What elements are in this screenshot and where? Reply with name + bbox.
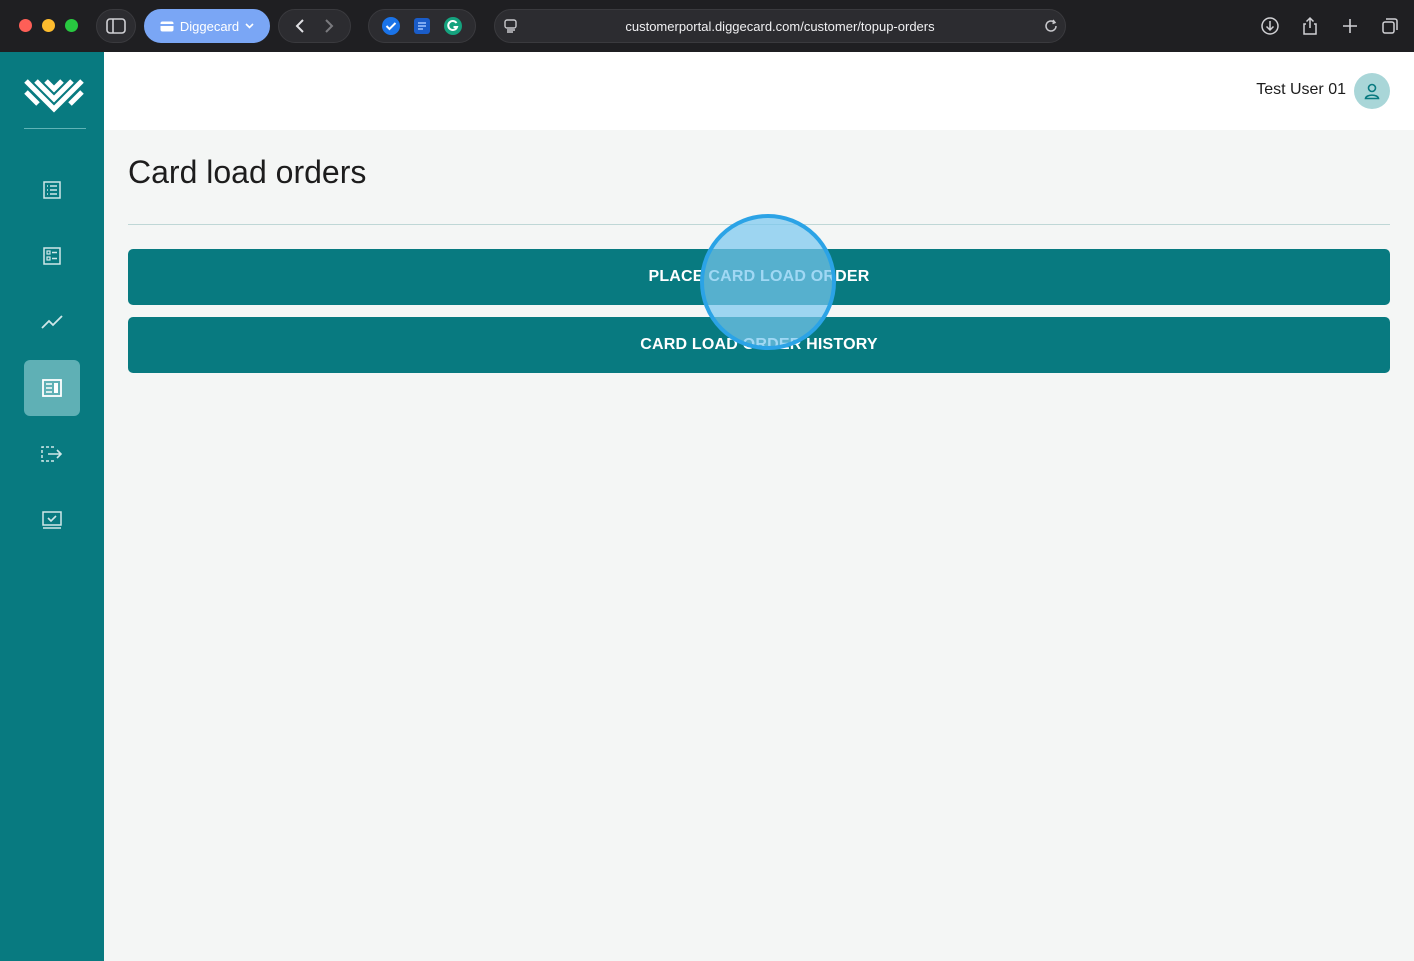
navigation-buttons xyxy=(278,9,351,43)
checklist-icon xyxy=(43,247,61,265)
sidebar-item-list[interactable] xyxy=(24,162,80,218)
sidebar-item-analytics[interactable] xyxy=(24,294,80,350)
address-bar[interactable]: customerportal.diggecard.com/customer/to… xyxy=(494,9,1066,43)
place-card-load-order-button[interactable]: PLACE CARD LOAD ORDER xyxy=(128,249,1390,305)
zoom-window-button[interactable] xyxy=(65,19,78,32)
transfer-icon xyxy=(41,446,63,462)
notes-extension-icon[interactable] xyxy=(412,16,432,36)
close-window-button[interactable] xyxy=(19,19,32,32)
sidebar-icon xyxy=(106,18,126,34)
check-badge-icon[interactable] xyxy=(381,16,401,36)
page-title: Card load orders xyxy=(128,154,367,190)
list-icon xyxy=(43,181,61,199)
app-header: Test User 01 xyxy=(104,52,1414,130)
user-icon xyxy=(1364,83,1380,100)
monitor-check-icon xyxy=(42,511,62,529)
minimize-window-button[interactable] xyxy=(42,19,55,32)
orders-icon xyxy=(42,379,62,397)
browser-toolbar: Diggecard customerportal.diggecard.com/c… xyxy=(0,0,1414,52)
page-settings-icon[interactable] xyxy=(503,18,519,34)
forward-arrow-icon[interactable] xyxy=(323,18,335,34)
share-icon[interactable] xyxy=(1300,16,1320,36)
tab-group-label: Diggecard xyxy=(179,18,240,34)
new-tab-icon[interactable] xyxy=(1340,16,1360,36)
browser-right-tools xyxy=(1260,9,1400,43)
diggecard-logo[interactable] xyxy=(24,75,84,115)
app-sidebar xyxy=(0,52,104,961)
title-divider xyxy=(128,224,1390,225)
trend-chart-icon xyxy=(41,315,63,329)
avatar[interactable] xyxy=(1354,73,1390,109)
card-icon xyxy=(160,21,174,31)
sidebar-item-transfer[interactable] xyxy=(24,426,80,482)
sidebar-item-orders[interactable] xyxy=(24,360,80,416)
logo-divider xyxy=(24,128,86,129)
chevron-down-icon xyxy=(245,23,254,29)
extensions-group xyxy=(368,9,476,43)
back-arrow-icon[interactable] xyxy=(294,18,306,34)
sidebar-item-checklist[interactable] xyxy=(24,228,80,284)
tab-overview-icon[interactable] xyxy=(1380,16,1400,36)
user-name[interactable]: Test User 01 xyxy=(1256,81,1346,99)
tab-group-button[interactable]: Diggecard xyxy=(144,9,270,43)
grammarly-icon[interactable] xyxy=(443,16,463,36)
url-text: customerportal.diggecard.com/customer/to… xyxy=(625,18,935,34)
card-load-order-history-button[interactable]: CARD LOAD ORDER HISTORY xyxy=(128,317,1390,373)
reload-icon[interactable] xyxy=(1043,18,1059,34)
sidebar-item-monitor[interactable] xyxy=(24,492,80,548)
download-icon[interactable] xyxy=(1260,16,1280,36)
sidebar-toggle-button[interactable] xyxy=(96,9,136,43)
